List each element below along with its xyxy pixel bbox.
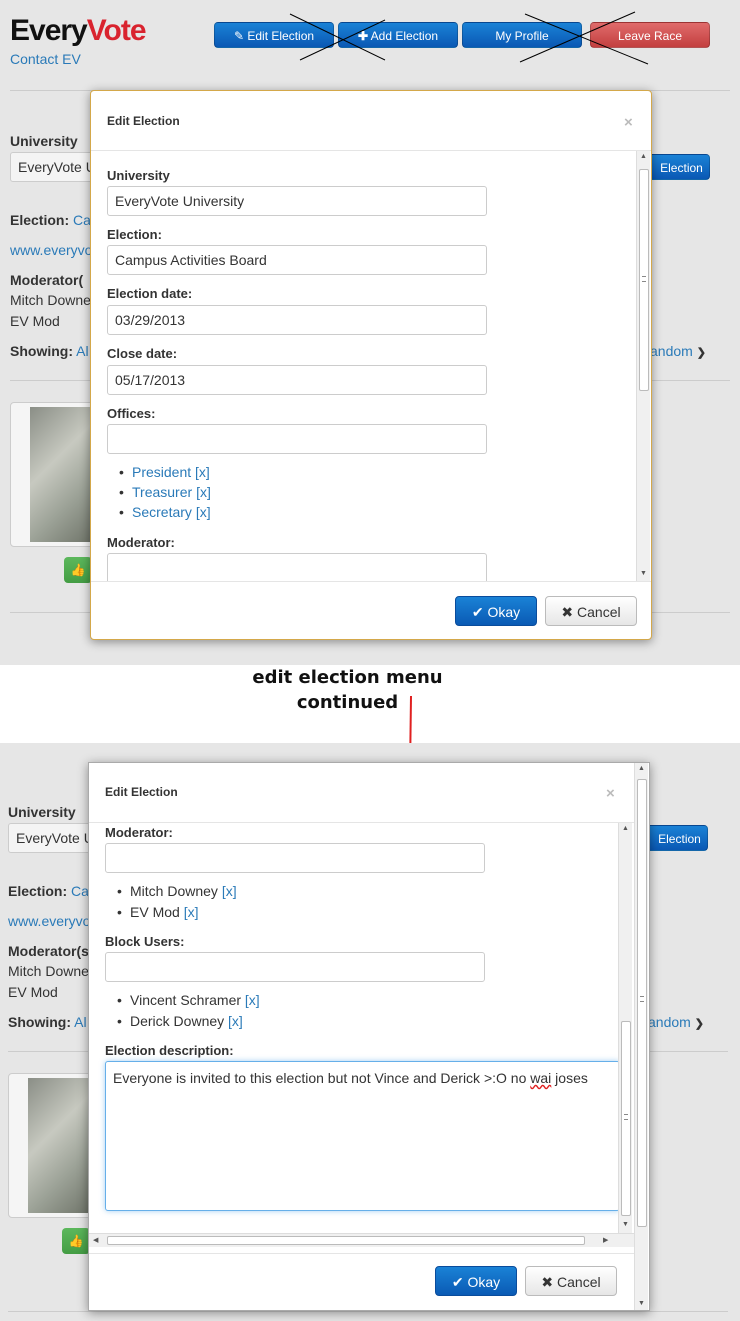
- bg-election-button[interactable]: Election: [643, 825, 708, 851]
- bg-moderator-1: Mitch Downe: [10, 292, 91, 308]
- scroll-thumb[interactable]: [637, 779, 647, 1227]
- remove-blocked-link[interactable]: [x]: [228, 1013, 243, 1029]
- scroll-up-arrow-icon[interactable]: ▲: [640, 153, 647, 160]
- moderator-item: EV Mod [x]: [117, 904, 199, 920]
- university-input[interactable]: EveryVote University: [107, 186, 487, 216]
- election-input[interactable]: Campus Activities Board: [107, 245, 487, 275]
- scroll-up-arrow-icon[interactable]: ▲: [622, 825, 629, 832]
- bg-university-label: University: [8, 804, 76, 820]
- chevron-down-icon: ❯: [696, 347, 706, 359]
- chevron-down-icon: ❯: [694, 1018, 704, 1030]
- close-icon[interactable]: ×: [624, 114, 633, 131]
- election-description-label: Election description:: [105, 1043, 234, 1058]
- x-icon: ✖: [541, 1274, 554, 1290]
- moderator-input[interactable]: [107, 553, 487, 581]
- bg-random-link[interactable]: andom ❯: [650, 343, 706, 359]
- blocked-user-item: Vincent Schramer [x]: [117, 992, 260, 1008]
- bg-moderator-1: Mitch Downe: [8, 963, 89, 979]
- cross-out-marks: [289, 11, 649, 65]
- modal-header-divider: [91, 150, 651, 151]
- bg-website-link[interactable]: www.everyvo: [10, 242, 92, 258]
- bg-moderator-2: EV Mod: [10, 313, 60, 329]
- okay-button[interactable]: ✔ Okay: [435, 1266, 517, 1296]
- election-date-label: Election date:: [107, 286, 193, 301]
- moderator-input[interactable]: [105, 843, 485, 873]
- screenshot-top: EveryVote Contact EV ✎ Edit Election ✚ A…: [0, 0, 740, 665]
- modal-title: Edit Election: [105, 785, 178, 799]
- offices-label: Offices:: [107, 406, 156, 421]
- candidate-photo: [30, 407, 92, 542]
- edit-election-modal: Edit Election × University EveryVote Uni…: [90, 90, 652, 640]
- x-icon: ✖: [561, 604, 574, 620]
- h-scroll-thumb[interactable]: [107, 1236, 585, 1245]
- blocked-user-item: Derick Downey [x]: [117, 1013, 243, 1029]
- horizontal-scrollbar[interactable]: ◀ ▶: [89, 1233, 634, 1247]
- remove-moderator-link[interactable]: [x]: [184, 904, 199, 920]
- election-date-input[interactable]: 03/29/2013: [107, 305, 487, 335]
- office-item[interactable]: Secretary [x]: [119, 504, 211, 520]
- modal-scrollbar[interactable]: ▲ ▼: [636, 151, 650, 581]
- moderator-label: Moderator:: [107, 535, 175, 550]
- scroll-down-arrow-icon[interactable]: ▼: [640, 570, 647, 577]
- offices-input[interactable]: [107, 424, 487, 454]
- remove-blocked-link[interactable]: [x]: [245, 992, 260, 1008]
- election-label: Election:: [107, 227, 162, 242]
- annotation-text: edit election menu continued: [200, 665, 495, 715]
- screenshot-bottom: University EveryVote U Election: Ca www.…: [0, 743, 740, 1321]
- bg-election-line: Election: Ca: [8, 883, 89, 899]
- scroll-down-arrow-icon[interactable]: ▼: [638, 1300, 645, 1307]
- annotation-line-1: edit election menu: [252, 667, 443, 688]
- moderator-label: Moderator:: [105, 825, 173, 840]
- bg-moderator-label: Moderator(s: [8, 943, 89, 959]
- election-description-textarea[interactable]: Everyone is invited to this election but…: [105, 1061, 620, 1211]
- scroll-up-arrow-icon[interactable]: ▲: [638, 765, 645, 772]
- bg-election-line: Election: Ca: [10, 212, 91, 228]
- thumbs-up-icon: 👍: [68, 1234, 84, 1248]
- scroll-right-arrow-icon[interactable]: ▶: [603, 1236, 608, 1244]
- scroll-thumb[interactable]: [621, 1021, 631, 1216]
- close-date-label: Close date:: [107, 346, 178, 361]
- bg-election-button[interactable]: Election: [645, 154, 710, 180]
- modal-title: Edit Election: [107, 114, 180, 128]
- bg-moderator-2: EV Mod: [8, 984, 58, 1000]
- modal-header-divider: [89, 822, 634, 823]
- bg-random-link[interactable]: andom ❯: [648, 1014, 704, 1030]
- modal-outer-scrollbar[interactable]: ▲ ▼: [634, 763, 648, 1310]
- block-users-label: Block Users:: [105, 934, 185, 949]
- edit-election-modal-continued: Edit Election × Moderator: Mitch Downey …: [88, 762, 650, 1311]
- scroll-left-arrow-icon[interactable]: ◀: [93, 1236, 98, 1244]
- cancel-button[interactable]: ✖ Cancel: [525, 1266, 617, 1296]
- university-label: University: [107, 168, 170, 183]
- moderator-item: Mitch Downey [x]: [117, 883, 237, 899]
- inner-scrollbar[interactable]: ▲ ▼: [618, 823, 632, 1233]
- annotation-line-2: continued: [296, 692, 399, 713]
- scroll-thumb[interactable]: [639, 169, 649, 391]
- divider: [8, 1311, 728, 1312]
- bg-showing-line: Showing: Al: [8, 1014, 87, 1030]
- thumbs-up-icon: 👍: [70, 563, 86, 577]
- close-icon[interactable]: ×: [606, 785, 615, 802]
- bg-website-link[interactable]: www.everyvo: [8, 913, 90, 929]
- candidate-photo: [28, 1078, 90, 1213]
- office-item[interactable]: Treasurer [x]: [119, 484, 211, 500]
- modal-footer-divider: [91, 581, 651, 582]
- bg-vote-button[interactable]: 👍: [64, 557, 92, 583]
- bg-moderator-label: Moderator(: [10, 272, 84, 288]
- check-icon: ✔: [451, 1274, 464, 1290]
- close-date-input[interactable]: 05/17/2013: [107, 365, 487, 395]
- okay-button[interactable]: ✔ Okay: [455, 596, 537, 626]
- cancel-button[interactable]: ✖ Cancel: [545, 596, 637, 626]
- bg-showing-line: Showing: Al: [10, 343, 89, 359]
- scroll-down-arrow-icon[interactable]: ▼: [622, 1221, 629, 1228]
- remove-moderator-link[interactable]: [x]: [222, 883, 237, 899]
- check-icon: ✔: [471, 604, 484, 620]
- block-users-input[interactable]: [105, 952, 485, 982]
- bg-vote-button[interactable]: 👍: [62, 1228, 90, 1254]
- office-item[interactable]: President [x]: [119, 464, 210, 480]
- modal-footer-divider: [89, 1253, 634, 1254]
- bg-university-label: University: [10, 133, 78, 149]
